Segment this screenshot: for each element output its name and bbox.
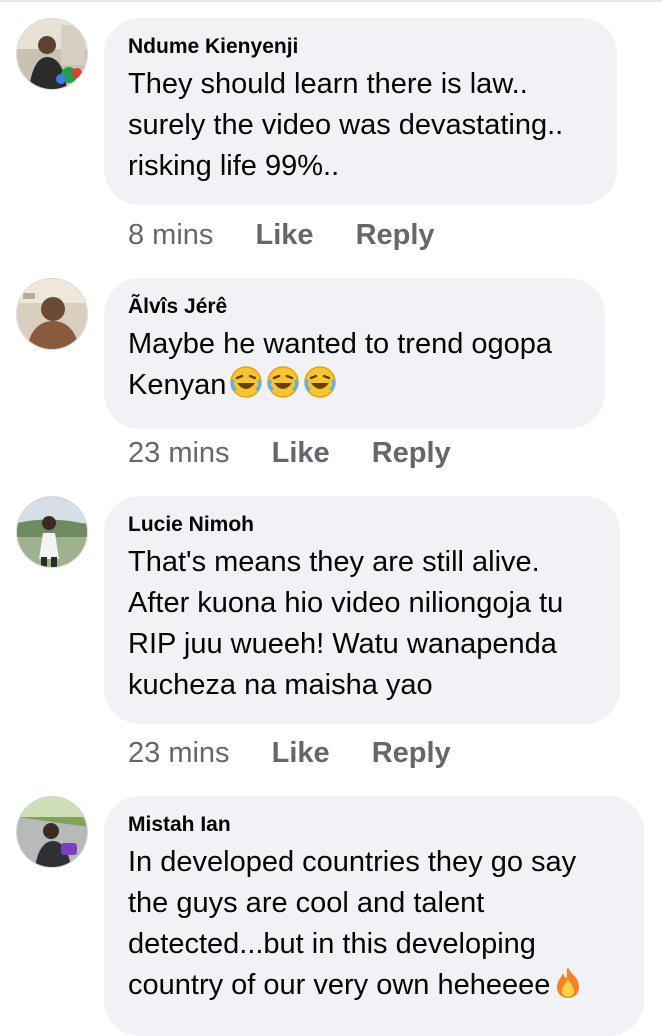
- profile-photo-icon: [17, 279, 87, 349]
- comment-bubble: Ndume Kienyenji They should learn there …: [104, 18, 617, 205]
- comment-text-line: country of our very own heheeee: [128, 965, 620, 1011]
- like-button[interactable]: Like: [272, 437, 330, 469]
- comment-text-line: In developed countries they go say: [128, 846, 577, 878]
- like-button[interactable]: Like: [272, 737, 330, 769]
- comment-text-word: country of our very own heheeee: [128, 969, 551, 1001]
- comment-text-line: surely the video was devastating..: [128, 109, 564, 141]
- reply-button[interactable]: Reply: [372, 737, 451, 769]
- comment-text-line: After kuona hio video niliongoja tu: [128, 587, 564, 619]
- comment-author[interactable]: Mistah Ian: [128, 812, 620, 838]
- rolling-on-floor-laughing-icon: [303, 365, 337, 411]
- fire-icon: [553, 965, 583, 1011]
- comment-text-line: They should learn there is law..: [128, 68, 528, 100]
- comment-text-line: risking life 99%..: [128, 150, 340, 182]
- avatar[interactable]: [16, 278, 88, 350]
- avatar[interactable]: [16, 18, 88, 90]
- profile-photo-icon: [17, 797, 87, 867]
- comment-text-word: Kenyan: [128, 369, 227, 401]
- comment-text-line: the guys are cool and talent: [128, 887, 485, 919]
- comment-text: In developed countries they go say the g…: [128, 842, 620, 1011]
- comment-bubble: Mistah Ian In developed countries they g…: [104, 796, 644, 1036]
- comment-text-line: That's means they are still alive.: [128, 546, 540, 578]
- comment-author[interactable]: Lucie Nimoh: [128, 512, 596, 538]
- comment-bubble: Lucie Nimoh That's means they are still …: [104, 496, 620, 724]
- comment-timestamp[interactable]: 8 mins: [128, 219, 213, 251]
- comment-bubble: Ãlvîs Jérê Maybe he wanted to trend ogop…: [104, 278, 605, 429]
- comment-text: That's means they are still alive. After…: [128, 542, 596, 706]
- comment-meta: 8 mins Like Reply: [128, 218, 435, 252]
- comment-text: Maybe he wanted to trend ogopa Kenyan: [128, 324, 581, 411]
- comment-meta: 23 mins Like Reply: [128, 436, 451, 470]
- reply-button[interactable]: Reply: [372, 437, 451, 469]
- profile-photo-icon: [17, 497, 87, 567]
- rolling-on-floor-laughing-icon: [229, 365, 263, 411]
- comment-timestamp[interactable]: 23 mins: [128, 437, 230, 469]
- like-button[interactable]: Like: [255, 219, 313, 251]
- rolling-on-floor-laughing-icon: [266, 365, 300, 411]
- comment-text-line: kucheza na maisha yao: [128, 669, 433, 701]
- comment-author[interactable]: Ãlvîs Jérê: [128, 294, 581, 320]
- comment-author[interactable]: Ndume Kienyenji: [128, 34, 593, 60]
- comment-text-line: Kenyan: [128, 365, 581, 411]
- comment-text-line: detected...but in this developing: [128, 928, 536, 960]
- comment-timestamp[interactable]: 23 mins: [128, 737, 230, 769]
- reply-button[interactable]: Reply: [356, 219, 435, 251]
- avatar[interactable]: [16, 496, 88, 568]
- top-divider: [0, 0, 662, 2]
- comment-text: They should learn there is law.. surely …: [128, 64, 593, 187]
- profile-photo-icon: [17, 19, 87, 89]
- comment-meta: 23 mins Like Reply: [128, 736, 451, 770]
- avatar[interactable]: [16, 796, 88, 868]
- comment-text-line: Maybe he wanted to trend ogopa: [128, 328, 553, 360]
- comment-text-line: RIP juu wueeh! Watu wanapenda: [128, 628, 557, 660]
